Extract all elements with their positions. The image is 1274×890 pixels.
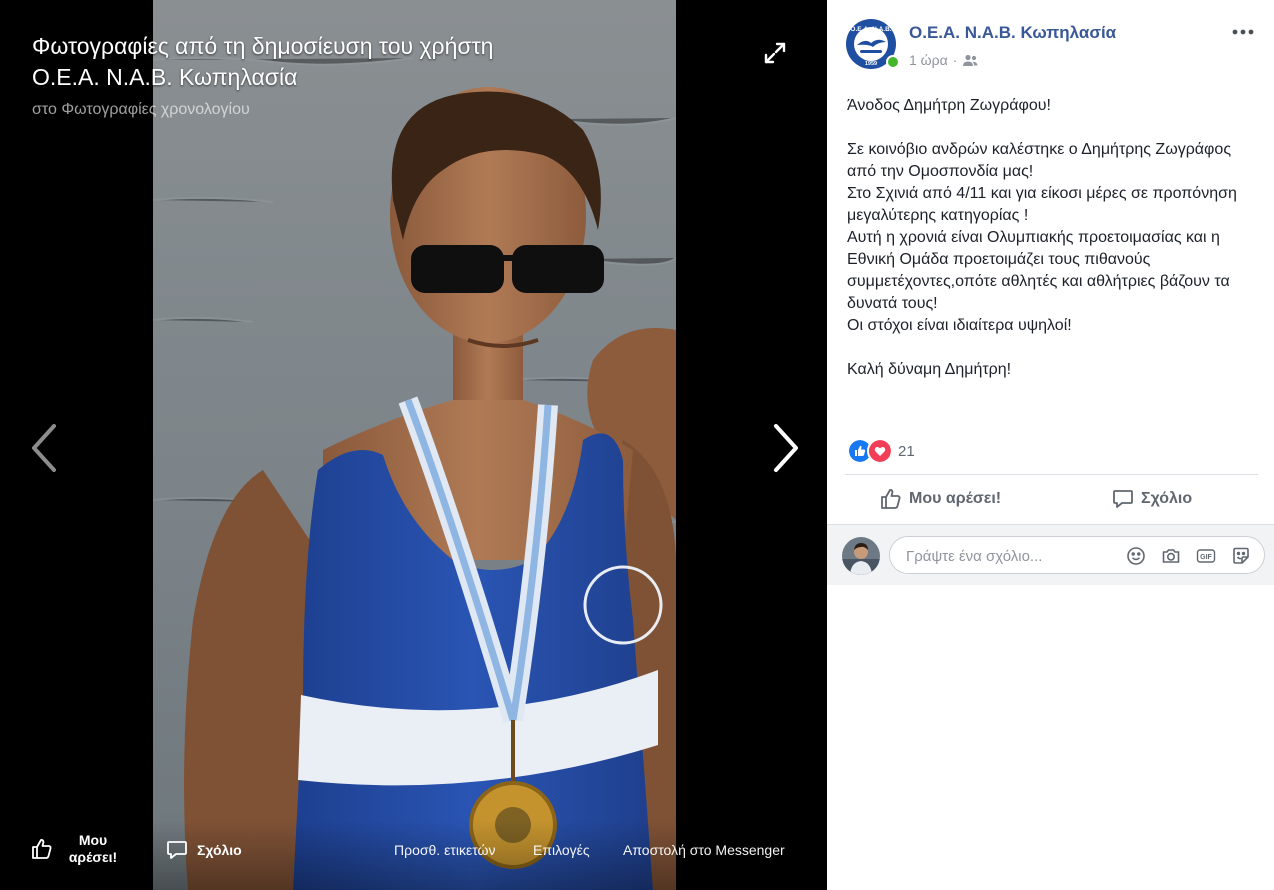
expand-button[interactable]	[760, 38, 790, 68]
post-photo[interactable]	[153, 0, 676, 890]
viewer-header: Φωτογραφίες από τη δημοσίευση του χρήστη…	[32, 31, 552, 119]
expand-icon	[764, 42, 786, 64]
user-avatar[interactable]	[842, 537, 880, 575]
photo-viewer: Φωτογραφίες από τη δημοσίευση του χρήστη…	[0, 0, 827, 890]
thumbs-up-icon	[881, 489, 901, 509]
send-in-messenger-link[interactable]: Αποστολή στο Messenger	[623, 842, 785, 858]
post-text-line: Καλή δύναμη Δημήτρη!	[847, 361, 1012, 378]
paragraph-break	[847, 117, 1259, 139]
gif-icon[interactable]: GIF	[1196, 546, 1216, 566]
comment-input-wrapper: GIF	[889, 536, 1265, 575]
chevron-left-icon	[32, 424, 56, 472]
like-label: Μου αρέσει!	[909, 490, 1002, 507]
emoji-icon[interactable]	[1126, 546, 1146, 566]
more-options-icon[interactable]	[1231, 24, 1255, 40]
sticker-icon[interactable]	[1231, 546, 1251, 566]
post-actions: Μου αρέσει! Σχόλιο	[845, 476, 1258, 522]
divider	[845, 474, 1258, 475]
comment-icon	[167, 841, 187, 859]
post-text-line: Σε κοινόβιο ανδρών καλέστηκε ο Δημήτρης …	[847, 141, 1232, 180]
viewer-comment-button[interactable]: Σχόλιο	[165, 838, 242, 862]
post-text-line: Άνοδος Δημήτρη Ζωγράφου!	[847, 97, 1051, 114]
next-photo-button[interactable]	[768, 420, 802, 476]
comment-composer: GIF	[827, 524, 1274, 585]
comment-input[interactable]	[904, 537, 1118, 575]
post-header: Ο.Ε.Α.·Ν.Α.Β. 1959 Ο.Ε.Α. Ν.Α.Β. Κωπηλασ…	[827, 0, 1274, 80]
chevron-right-icon	[774, 424, 798, 472]
love-reaction-icon	[867, 438, 893, 464]
add-tags-link[interactable]: Προσθ. ετικετών	[394, 842, 495, 858]
meta-separator: ·	[952, 52, 958, 68]
like-button[interactable]: Μου αρέσει!	[879, 476, 1001, 522]
comment-button[interactable]: Σχόλιο	[1111, 476, 1192, 522]
online-status-indicator	[886, 55, 900, 69]
svg-text:Ο.Ε.Α.·Ν.Α.Β.: Ο.Ε.Α.·Ν.Α.Β.	[850, 26, 891, 33]
comment-icon	[1113, 490, 1133, 508]
options-link[interactable]: Επιλογές	[533, 842, 590, 858]
post-timestamp[interactable]: 1 ώρα	[909, 52, 948, 68]
post-text: Άνοδος Δημήτρη Ζωγράφου! Σε κοινόβιο ανδ…	[847, 95, 1259, 381]
post-meta: 1 ώρα ·	[909, 52, 978, 68]
viewer-comment-label: Σχόλιο	[197, 842, 242, 858]
svg-text:1959: 1959	[865, 61, 877, 67]
post-text-line: Οι στόχοι είναι ιδιαίτερα υψηλοί!	[847, 317, 1072, 334]
reactions-summary[interactable]: 21	[847, 438, 915, 464]
page-name-link[interactable]: Ο.Ε.Α. Ν.Α.Β. Κωπηλασία	[909, 23, 1116, 43]
comment-label: Σχόλιο	[1141, 490, 1193, 507]
friends-icon[interactable]	[962, 54, 978, 67]
post-text-line: Στο Σχινιά από 4/11 και για είκοσι μέρες…	[847, 185, 1237, 224]
viewer-footer: Μου αρέσει! Σχόλιο Προσθ. ετικετών Επιλο…	[0, 820, 827, 890]
post-text-line: Αυτή η χρονιά είναι Ολυμπιακής προετοιμα…	[847, 229, 1230, 312]
viewer-title: Φωτογραφίες από τη δημοσίευση του χρήστη…	[32, 33, 494, 90]
reaction-count: 21	[898, 442, 915, 460]
viewer-like-label: Μου αρέσει!	[68, 832, 118, 865]
thumbs-up-icon	[32, 839, 52, 859]
viewer-album-link[interactable]: στο Φωτογραφίες χρονολογίου	[32, 101, 552, 119]
post-panel: Ο.Ε.Α.·Ν.Α.Β. 1959 Ο.Ε.Α. Ν.Α.Β. Κωπηλασ…	[827, 0, 1274, 890]
paragraph-break	[847, 337, 1259, 359]
svg-text:GIF: GIF	[1200, 554, 1212, 561]
camera-icon[interactable]	[1161, 546, 1181, 566]
previous-photo-button[interactable]	[28, 420, 62, 476]
viewer-like-button[interactable]: Μου αρέσει!	[30, 832, 128, 866]
